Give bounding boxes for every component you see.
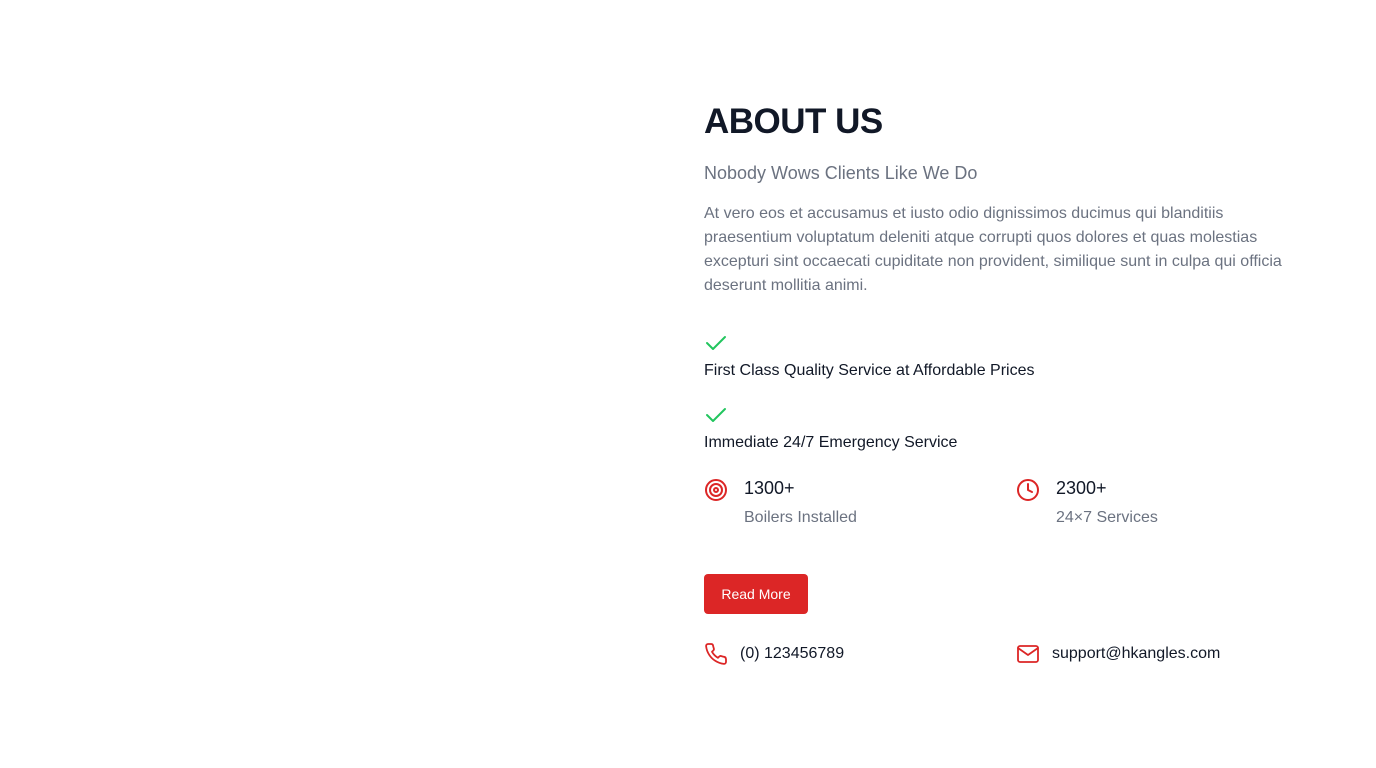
stats: 1300+ Boilers Installed 2300+ 24×7 Servi… (704, 476, 1304, 548)
feature-text: Immediate 24/7 Emergency Service (704, 434, 958, 451)
stat-value: 2300+ (1056, 478, 1107, 498)
stat-boilers: 1300+ Boilers Installed (704, 476, 857, 529)
stat-value: 1300+ (744, 478, 795, 498)
contact-row: (0) 123456789 support@hkangles.com (704, 642, 1304, 672)
target-icon (705, 479, 727, 501)
feature-list: First Class Quality Service at Affordabl… (704, 332, 1304, 454)
about-subtitle: Nobody Wows Clients Like We Do (704, 163, 978, 183)
about-section: ABOUT US Nobody Wows Clients Like We Do … (704, 100, 1304, 672)
phone-number: (0) 123456789 (740, 645, 845, 662)
stat-label: 24×7 Services (1056, 509, 1158, 526)
stat-text: 2300+ 24×7 Services (1056, 476, 1158, 529)
email-link[interactable]: support@hkangles.com (1016, 642, 1220, 666)
feature-text: First Class Quality Service at Affordabl… (704, 362, 1035, 379)
mail-icon (1017, 645, 1039, 663)
email-address: support@hkangles.com (1052, 645, 1221, 662)
check-icon (706, 336, 726, 350)
stat-services: 2300+ 24×7 Services (1016, 476, 1158, 529)
image-placeholder (0, 0, 660, 768)
phone-link[interactable]: (0) 123456789 (704, 642, 844, 666)
stat-label: Boilers Installed (744, 509, 857, 526)
feature-item: First Class Quality Service at Affordabl… (704, 332, 1304, 382)
about-description: At vero eos et accusamus et iusto odio d… (704, 205, 1282, 294)
check-icon (706, 408, 726, 422)
stat-text: 1300+ Boilers Installed (744, 476, 857, 529)
page: ABOUT US Nobody Wows Clients Like We Do … (0, 0, 1376, 768)
clock-icon (1017, 479, 1039, 501)
feature-item: Immediate 24/7 Emergency Service (704, 404, 1304, 454)
read-more-button[interactable]: Read More (704, 574, 808, 614)
page-title: ABOUT US (704, 102, 883, 141)
phone-icon (705, 643, 727, 665)
